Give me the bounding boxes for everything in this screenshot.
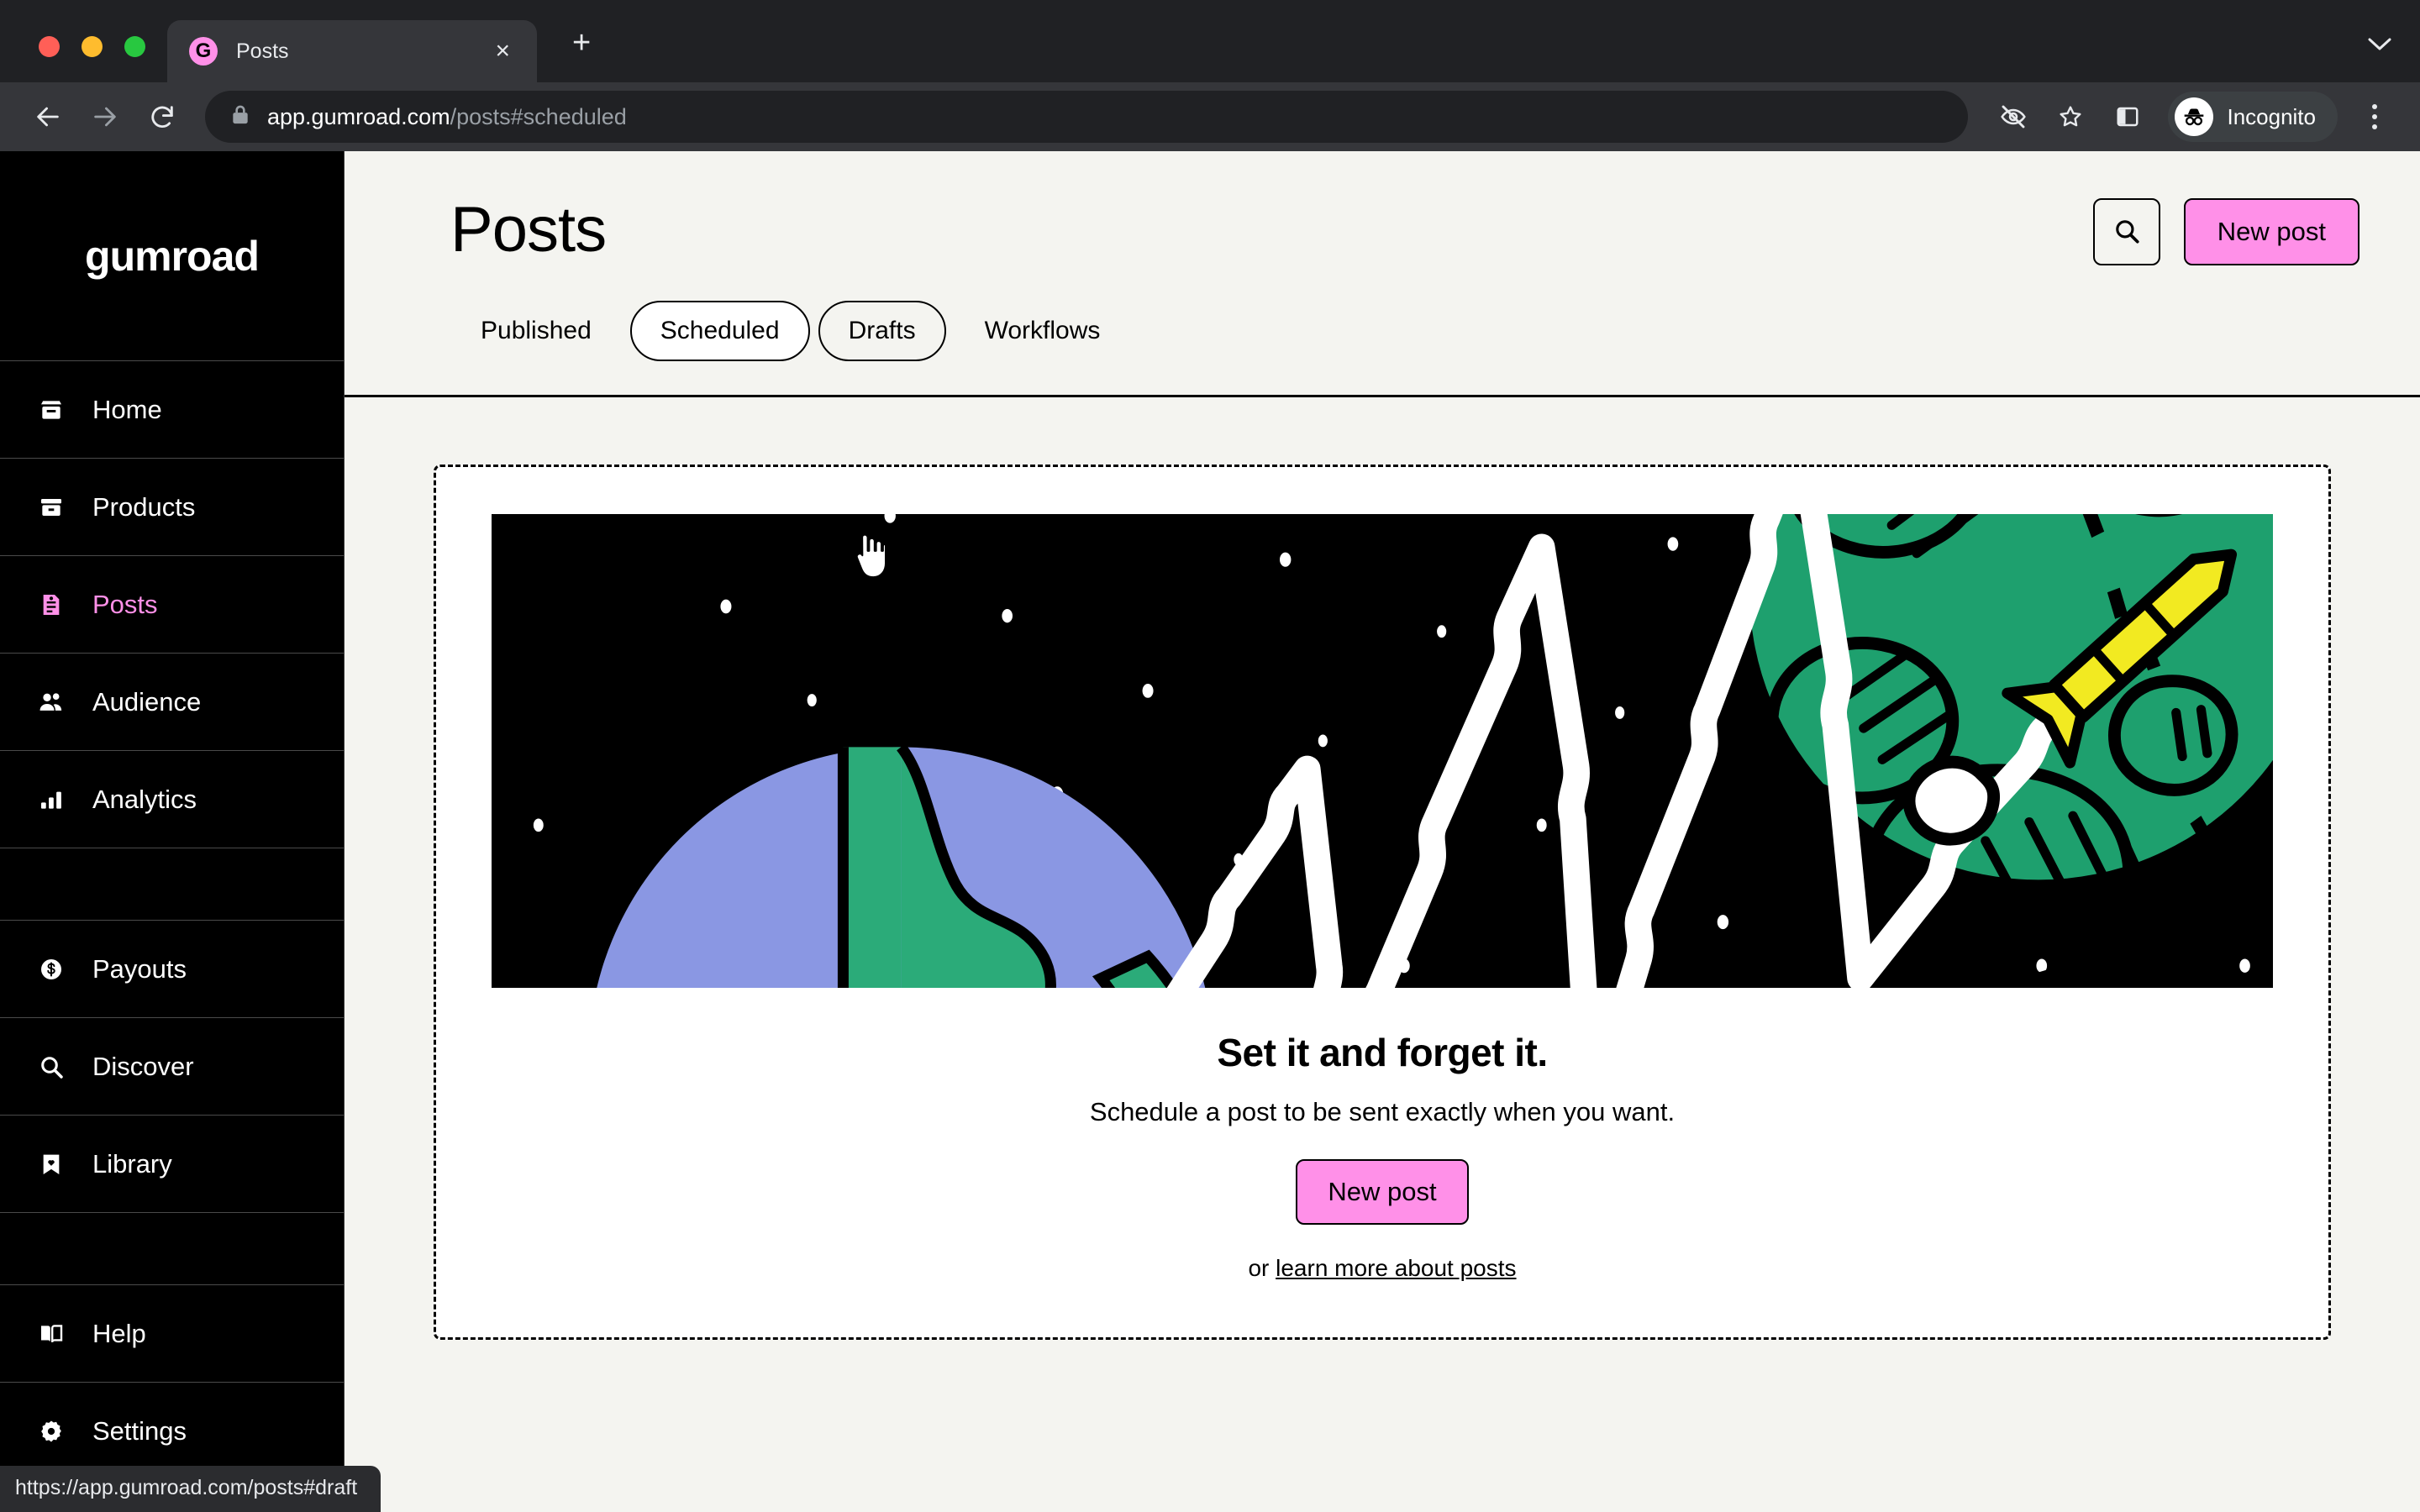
gumroad-favicon: G xyxy=(189,37,218,66)
learn-more-link[interactable]: learn more about posts xyxy=(1276,1255,1516,1281)
empty-state-title: Set it and forget it. xyxy=(1217,1031,1548,1074)
sidebar-item-label: Home xyxy=(92,394,162,424)
people-icon xyxy=(35,686,67,718)
empty-state-card: Set it and forget it. Schedule a post to… xyxy=(434,465,2331,1340)
sidebar-item-label: Analytics xyxy=(92,784,197,814)
address-bar-url: app.gumroad.com/posts#scheduled xyxy=(267,104,627,130)
side-panel-icon[interactable] xyxy=(2102,92,2153,142)
sidebar-item-analytics[interactable]: Analytics xyxy=(0,751,344,848)
sidebar-item-library[interactable]: Library xyxy=(0,1116,344,1213)
sidebar-item-label: Discover xyxy=(92,1051,194,1081)
archive-box-icon xyxy=(35,491,67,523)
maximize-window-button[interactable] xyxy=(124,36,145,57)
open-book-icon xyxy=(35,1318,67,1350)
eye-slash-icon[interactable] xyxy=(1988,92,2039,142)
sidebar-divider-1 xyxy=(0,848,344,921)
storefront-icon xyxy=(35,394,67,426)
sidebar-item-label: Posts xyxy=(92,589,158,619)
sidebar-item-help[interactable]: Help xyxy=(0,1285,344,1383)
or-text: or xyxy=(1248,1255,1276,1281)
dollar-coin-icon xyxy=(35,953,67,985)
rocket-to-planet-illustration xyxy=(492,514,2273,988)
three-dot-menu-icon[interactable] xyxy=(2351,92,2398,142)
page-header: Posts New post Published Scheduled Draft… xyxy=(345,151,2420,397)
gumroad-logo-text: gumroad xyxy=(85,232,260,280)
gear-icon xyxy=(35,1415,67,1447)
address-bar[interactable]: app.gumroad.com/posts#scheduled xyxy=(205,91,1969,143)
sidebar-item-label: Audience xyxy=(92,686,202,717)
sidebar-item-label: Library xyxy=(92,1148,172,1179)
url-host: app.gumroad.com xyxy=(267,103,450,129)
chevron-down-icon[interactable] xyxy=(2368,35,2391,57)
search-icon xyxy=(2112,217,2141,248)
link-status-bubble: https://app.gumroad.com/posts#draft xyxy=(0,1466,381,1512)
sidebar-item-label: Payouts xyxy=(92,953,187,984)
star-icon[interactable] xyxy=(2045,92,2096,142)
sidebar-item-payouts[interactable]: Payouts xyxy=(0,921,344,1018)
close-window-button[interactable] xyxy=(39,36,60,57)
content-area: Set it and forget it. Schedule a post to… xyxy=(345,397,2420,1512)
url-path: /posts#scheduled xyxy=(450,103,627,129)
document-icon xyxy=(35,589,67,621)
bookmark-heart-icon xyxy=(35,1148,67,1180)
tab-published[interactable]: Published xyxy=(450,301,622,361)
empty-state-link-row: or learn more about posts xyxy=(492,1255,2273,1282)
magnifier-icon xyxy=(35,1051,67,1083)
sidebar-item-audience[interactable]: Audience xyxy=(0,654,344,751)
new-tab-button[interactable]: + xyxy=(560,24,602,62)
close-icon[interactable]: × xyxy=(487,34,518,69)
empty-state-subtitle: Schedule a post to be sent exactly when … xyxy=(1089,1097,1676,1126)
lock-icon xyxy=(230,104,250,130)
tab-drafts[interactable]: Drafts xyxy=(818,301,946,361)
page-header-actions: New post xyxy=(2092,198,2360,265)
gumroad-logo[interactable]: gumroad xyxy=(0,151,344,361)
new-post-button[interactable]: New post xyxy=(2183,198,2360,265)
browser-toolbar: app.gumroad.com/posts#scheduled Incognit… xyxy=(0,82,2420,151)
tab-workflows[interactable]: Workflows xyxy=(955,301,1131,361)
sidebar-item-posts[interactable]: Posts xyxy=(0,556,344,654)
sidebar-item-home[interactable]: Home xyxy=(0,361,344,459)
empty-state-cta-row: New post xyxy=(492,1159,2273,1225)
browser-window: G Posts × + app.gumroad.com/posts#schedu… xyxy=(0,0,2420,1512)
sidebar-divider-2 xyxy=(0,1213,344,1285)
search-button[interactable] xyxy=(2092,198,2160,265)
sidebar-item-label: Products xyxy=(92,491,196,522)
main-content: Posts New post Published Scheduled Draft… xyxy=(345,151,2420,1512)
browser-tab[interactable]: G Posts × xyxy=(167,20,537,82)
toolbar-icon-group: Incognito xyxy=(1988,92,2398,142)
sidebar-item-products[interactable]: Products xyxy=(0,459,344,556)
back-arrow-icon[interactable] xyxy=(22,91,74,143)
sidebar-item-label: Settings xyxy=(92,1415,187,1446)
reload-icon[interactable] xyxy=(136,91,188,143)
window-traffic-lights xyxy=(22,36,167,82)
browser-tab-title: Posts xyxy=(236,39,289,63)
minimize-window-button[interactable] xyxy=(82,36,103,57)
app-sidebar: gumroad Home Products Posts Audience Ana… xyxy=(0,151,345,1512)
page-viewport: gumroad Home Products Posts Audience Ana… xyxy=(0,151,2420,1512)
forward-arrow-icon[interactable] xyxy=(79,91,131,143)
page-title: Posts xyxy=(450,194,607,265)
page-header-top-row: Posts New post xyxy=(450,198,2360,265)
empty-state-new-post-button[interactable]: New post xyxy=(1296,1159,1469,1225)
tab-scheduled[interactable]: Scheduled xyxy=(629,301,810,361)
browser-tabstrip: G Posts × + xyxy=(0,0,2420,82)
incognito-label: Incognito xyxy=(2227,103,2316,129)
posts-tabs: Published Scheduled Drafts Workflows xyxy=(450,301,2360,361)
sidebar-item-discover[interactable]: Discover xyxy=(0,1018,344,1116)
bar-chart-icon xyxy=(35,784,67,816)
sidebar-item-label: Help xyxy=(92,1318,146,1348)
incognito-icon xyxy=(2175,97,2214,136)
incognito-profile-button[interactable]: Incognito xyxy=(2168,92,2338,142)
